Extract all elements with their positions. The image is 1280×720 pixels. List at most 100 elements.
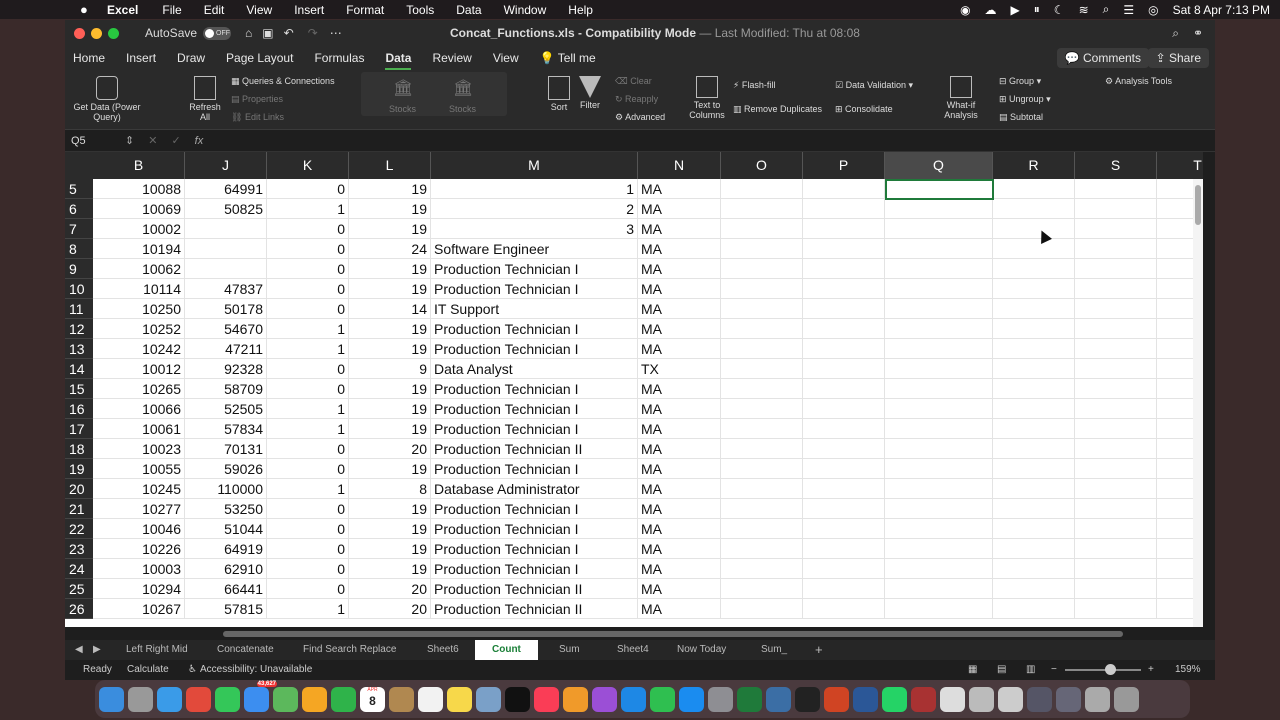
cell-L[interactable]: 19: [349, 179, 431, 199]
sheet-tab-find-search-replace[interactable]: Find Search Replace: [303, 644, 396, 655]
cell-S[interactable]: [1075, 539, 1157, 559]
screenshot-thumbnail-icon[interactable]: [1027, 686, 1052, 712]
cell-R[interactable]: [993, 419, 1075, 439]
cell-M[interactable]: Production Technician II: [431, 439, 638, 459]
normal-view-icon[interactable]: ▦: [968, 664, 977, 675]
cell-N[interactable]: MA: [638, 399, 721, 419]
vertical-scrollbar[interactable]: [1193, 179, 1203, 627]
calculate-button[interactable]: Calculate: [127, 664, 169, 675]
cell-M[interactable]: Production Technician I: [431, 539, 638, 559]
edit-links-button[interactable]: ⛓ Edit Links: [231, 112, 284, 123]
row-header[interactable]: 13: [65, 339, 93, 359]
cell-J[interactable]: 57815: [185, 599, 267, 619]
focus-moon-icon[interactable]: ☾: [1054, 3, 1065, 17]
cell-R[interactable]: [993, 439, 1075, 459]
cell-P[interactable]: [803, 419, 885, 439]
cell-Q[interactable]: [885, 419, 993, 439]
data-validation-button[interactable]: ☑ Data Validation ▾: [835, 80, 913, 91]
cell-N[interactable]: MA: [638, 339, 721, 359]
tab-insert[interactable]: Insert: [126, 51, 156, 65]
sheet-tab-sheet6[interactable]: Sheet6: [427, 644, 459, 655]
cell-K[interactable]: 0: [267, 559, 349, 579]
column-header-P[interactable]: P: [803, 152, 885, 179]
cell-S[interactable]: [1075, 179, 1157, 199]
cell-P[interactable]: [803, 219, 885, 239]
cell-S[interactable]: [1075, 299, 1157, 319]
menu-edit[interactable]: Edit: [204, 3, 225, 17]
row-header[interactable]: 23: [65, 539, 93, 559]
siri-icon[interactable]: ◎: [1148, 3, 1158, 17]
column-header-L[interactable]: L: [349, 152, 431, 179]
tab-home[interactable]: Home: [73, 51, 105, 65]
cell-P[interactable]: [803, 519, 885, 539]
row-header[interactable]: 10: [65, 279, 93, 299]
app-store-icon[interactable]: [679, 686, 704, 712]
cell-O[interactable]: [721, 399, 803, 419]
properties-button[interactable]: ▤ Properties: [231, 94, 283, 105]
cell-R[interactable]: [993, 339, 1075, 359]
cell-Q[interactable]: [885, 599, 993, 619]
search-icon[interactable]: ⌕: [1172, 26, 1179, 41]
cell-B[interactable]: 10226: [93, 539, 185, 559]
page-break-view-icon[interactable]: ▥: [1026, 664, 1035, 675]
cell-R[interactable]: [993, 259, 1075, 279]
cell-L[interactable]: 8: [349, 479, 431, 499]
row-header[interactable]: 8: [65, 239, 93, 259]
cell-R[interactable]: [993, 599, 1075, 619]
cell-S[interactable]: [1075, 559, 1157, 579]
cell-Q[interactable]: [885, 479, 993, 499]
group-button[interactable]: ⊟ Group ▾: [999, 76, 1041, 87]
cell-R[interactable]: [993, 379, 1075, 399]
tab-page-layout[interactable]: Page Layout: [226, 51, 293, 65]
row-header[interactable]: 5: [65, 179, 93, 199]
minimize-window-icon[interactable]: [91, 27, 102, 39]
name-box[interactable]: Q5: [65, 135, 125, 147]
cell-O[interactable]: [721, 559, 803, 579]
apple-tv-icon[interactable]: [505, 686, 530, 712]
menu-view[interactable]: View: [246, 3, 272, 17]
row-header[interactable]: 12: [65, 319, 93, 339]
selected-cell-Q5[interactable]: [885, 179, 994, 200]
cell-K[interactable]: 1: [267, 479, 349, 499]
cell-J[interactable]: 53250: [185, 499, 267, 519]
sheet-tab-sheet4[interactable]: Sheet4: [617, 644, 649, 655]
cell-K[interactable]: 1: [267, 199, 349, 219]
sheet-nav-next-icon[interactable]: ▶: [93, 644, 101, 655]
cell-K[interactable]: 1: [267, 399, 349, 419]
cell-R[interactable]: [993, 319, 1075, 339]
cell-S[interactable]: [1075, 459, 1157, 479]
sheet-tab-left-right-mid[interactable]: Left Right Mid: [126, 644, 188, 655]
powerpoint-icon[interactable]: [824, 686, 849, 712]
accessibility-status[interactable]: Accessibility: Unavailable: [200, 664, 312, 675]
cell-P[interactable]: [803, 379, 885, 399]
cell-J[interactable]: 52505: [185, 399, 267, 419]
dictionary-icon[interactable]: [911, 686, 936, 712]
cell-J[interactable]: 66441: [185, 579, 267, 599]
cell-R[interactable]: [993, 359, 1075, 379]
cell-P[interactable]: [803, 299, 885, 319]
cell-O[interactable]: [721, 599, 803, 619]
cell-S[interactable]: [1075, 599, 1157, 619]
cell-S[interactable]: [1075, 339, 1157, 359]
cell-L[interactable]: 19: [349, 419, 431, 439]
menubar-clock[interactable]: Sat 8 Apr 7:13 PM: [1173, 3, 1270, 17]
cell-L[interactable]: 14: [349, 299, 431, 319]
cell-Q[interactable]: [885, 539, 993, 559]
cell-S[interactable]: [1075, 419, 1157, 439]
zoom-out-icon[interactable]: −: [1051, 664, 1057, 675]
sheet-tab-now-today[interactable]: Now Today: [677, 644, 726, 655]
cell-N[interactable]: MA: [638, 599, 721, 619]
advanced-filter-button[interactable]: ⚙ Advanced: [615, 112, 665, 123]
get-data-button[interactable]: Get Data (Power Query): [71, 76, 143, 122]
cell-L[interactable]: 19: [349, 459, 431, 479]
cell-N[interactable]: MA: [638, 179, 721, 199]
stack-folder-icon[interactable]: [998, 686, 1023, 712]
cell-N[interactable]: MA: [638, 319, 721, 339]
stack-folder-icon[interactable]: [969, 686, 994, 712]
consolidate-button[interactable]: ⊞ Consolidate: [835, 104, 893, 115]
notes-icon[interactable]: [447, 686, 472, 712]
cell-S[interactable]: [1075, 439, 1157, 459]
cell-K[interactable]: 0: [267, 439, 349, 459]
cell-Q[interactable]: [885, 379, 993, 399]
cell-L[interactable]: 19: [349, 219, 431, 239]
